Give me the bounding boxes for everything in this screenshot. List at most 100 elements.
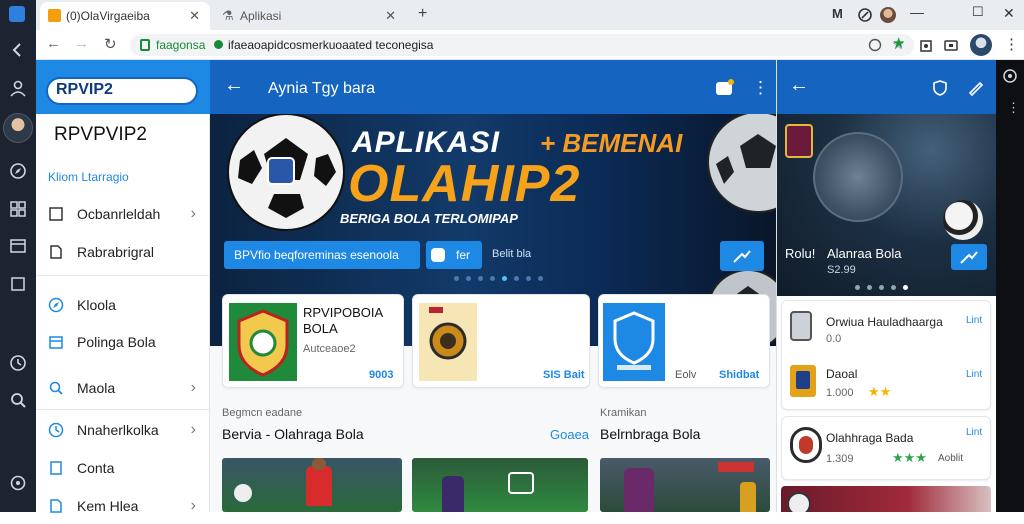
close-tab-icon[interactable]: ✕ <box>189 8 200 24</box>
ball-badge-icon <box>267 157 295 185</box>
url-path: ifaeaoapidcosmerkuoaated teconegisa <box>228 38 434 52</box>
user-icon[interactable] <box>9 79 27 97</box>
club-badge-icon <box>790 365 816 397</box>
menu-icon[interactable]: ⋮ <box>1004 35 1019 53</box>
app-logo-shield <box>229 303 297 381</box>
settings-icon[interactable] <box>1002 68 1018 84</box>
list-item-title: Olahhraga Bada <box>826 431 914 445</box>
window-icon[interactable] <box>9 237 27 255</box>
carousel-dot-active[interactable] <box>502 276 507 281</box>
shield-icon[interactable] <box>933 80 947 96</box>
hero-tagline: BERIGA BOLA TERLOMIPAP <box>340 211 518 226</box>
phone-preview-pane: ← Rolu! Alanraa Bola S2.99 Orwiua Haulad… <box>776 60 997 512</box>
soccer-ball-image <box>227 114 345 231</box>
favicon-icon <box>48 9 61 22</box>
hero-line2: OLAHIP2 <box>348 155 581 213</box>
carousel-dot[interactable] <box>879 285 884 290</box>
drawer-item-maola[interactable]: Maola › <box>36 370 210 406</box>
search-icon[interactable] <box>9 391 27 409</box>
profile-avatar[interactable] <box>880 7 896 23</box>
grid-icon[interactable] <box>9 200 27 218</box>
carousel-dot[interactable] <box>514 276 519 281</box>
close-tab-icon[interactable]: ✕ <box>385 8 396 24</box>
list-item-tag[interactable]: Lint <box>966 427 982 438</box>
app-card[interactable]: SIS Bait <box>412 294 590 388</box>
address-bar[interactable]: faagonsa ifaeaoapidcosmerkuoaated tecone… <box>130 34 914 56</box>
account-avatar[interactable] <box>970 34 992 56</box>
back-arrow-icon[interactable]: ← <box>789 74 809 97</box>
more-icon[interactable]: ⋮ <box>752 78 769 98</box>
back-button[interactable]: ← <box>46 35 61 52</box>
drawer-item-label: Polinga Bola <box>77 334 156 350</box>
minimize-button[interactable]: — <box>910 4 924 20</box>
carousel-dot[interactable] <box>538 276 543 281</box>
brand-pill[interactable]: RPVIP2 <box>46 77 198 105</box>
extension-icon[interactable] <box>857 7 873 23</box>
list-item-tag[interactable]: Lint <box>966 369 982 380</box>
browser-tab-active[interactable]: (0)OlaVirgaeiba ✕ <box>40 2 210 30</box>
phone-carousel-dots[interactable] <box>855 285 915 291</box>
phone-list-card[interactable]: Olahhraga Bada 1.309 ★★★ Aoblit Lint <box>781 416 991 480</box>
app-logo-crest <box>419 303 477 381</box>
club-badge-icon <box>787 492 811 512</box>
section-left-link[interactable]: Goaea <box>550 427 589 442</box>
promo-banner[interactable] <box>781 486 991 512</box>
downloads-icon[interactable] <box>918 37 934 53</box>
drawer-item-polinga-bola[interactable]: Polinga Bola <box>36 324 210 360</box>
carousel-dot[interactable] <box>478 276 483 281</box>
carousel-dots[interactable] <box>454 276 554 282</box>
more-icon[interactable]: ⋮ <box>1007 100 1020 116</box>
hero-secondary-button[interactable]: fer <box>426 241 482 269</box>
carousel-dot[interactable] <box>891 285 896 290</box>
new-tab-button[interactable]: + <box>418 5 427 23</box>
back-arrow-icon[interactable]: ← <box>224 74 244 97</box>
carousel-dot[interactable] <box>855 285 860 290</box>
drawer-item-nnaherlkolka[interactable]: Nnaherlkolka › <box>36 412 210 448</box>
edit-icon[interactable] <box>967 80 985 96</box>
user-avatar[interactable] <box>3 113 33 143</box>
forward-button[interactable]: → <box>74 35 89 52</box>
carousel-dot-active[interactable] <box>903 285 908 290</box>
close-window-button[interactable]: ✕ <box>1003 5 1015 22</box>
drawer-item-conta[interactable]: Conta <box>36 450 210 486</box>
rating-stars: ★★★ <box>892 450 927 465</box>
hero-share-button[interactable] <box>720 241 764 271</box>
square-icon[interactable] <box>9 275 27 293</box>
app-card[interactable]: RPVIPOBOIA BOLA Autceaoe2 9003 <box>222 294 404 388</box>
chevron-right-icon: › <box>190 497 196 514</box>
reload-button[interactable]: ↻ <box>104 35 117 53</box>
extension-star-icon[interactable]: ★ <box>892 34 905 52</box>
match-thumbnail[interactable] <box>222 458 402 512</box>
maximize-button[interactable]: ☐ <box>972 4 984 20</box>
carousel-dot[interactable] <box>490 276 495 281</box>
drawer-item-ocbanrleldah[interactable]: Ocbanrleldah › <box>36 196 210 232</box>
app-card[interactable]: Eolv Shidbat <box>598 294 770 388</box>
list-item-tag[interactable]: Lint <box>966 315 982 326</box>
clock-icon[interactable] <box>9 354 27 372</box>
browser-tab[interactable]: ⚗ Aplikasi ✕ <box>214 2 406 30</box>
settings-icon[interactable] <box>9 474 27 492</box>
drawer-item-rabrabrigral[interactable]: Rabrabrigral <box>36 234 210 270</box>
app-title: Aynia Tgy bara <box>268 80 376 97</box>
drawer-item-label: Maola <box>77 380 116 396</box>
drawer-item-kloola[interactable]: Kloola <box>36 287 210 323</box>
start-icon[interactable] <box>9 6 25 22</box>
hero-cta-button[interactable]: BPVfio beqforeminas esenoola <box>224 241 420 269</box>
carousel-dot[interactable] <box>454 276 459 281</box>
match-thumbnail[interactable] <box>412 458 588 512</box>
carousel-dot[interactable] <box>526 276 531 281</box>
document-icon <box>50 461 62 475</box>
compass-icon[interactable] <box>9 162 27 180</box>
carousel-dot[interactable] <box>466 276 471 281</box>
match-thumbnail[interactable] <box>600 458 770 512</box>
media-icon[interactable]: M <box>832 6 843 21</box>
phone-hero-sub: S2.99 <box>827 264 856 276</box>
phone-list-card[interactable]: Orwiua Hauladhaarga 0.0 Lint Daoal 1.000… <box>781 300 991 410</box>
info-icon[interactable] <box>868 38 882 52</box>
carousel-dot[interactable] <box>867 285 872 290</box>
drawer-item-kem-hlea[interactable]: Kem Hlea › <box>36 488 210 524</box>
phone-share-button[interactable] <box>951 244 987 270</box>
cast-icon[interactable] <box>943 37 959 53</box>
back-arrow-icon[interactable] <box>9 41 27 59</box>
soccer-ball-right-image <box>707 114 776 213</box>
